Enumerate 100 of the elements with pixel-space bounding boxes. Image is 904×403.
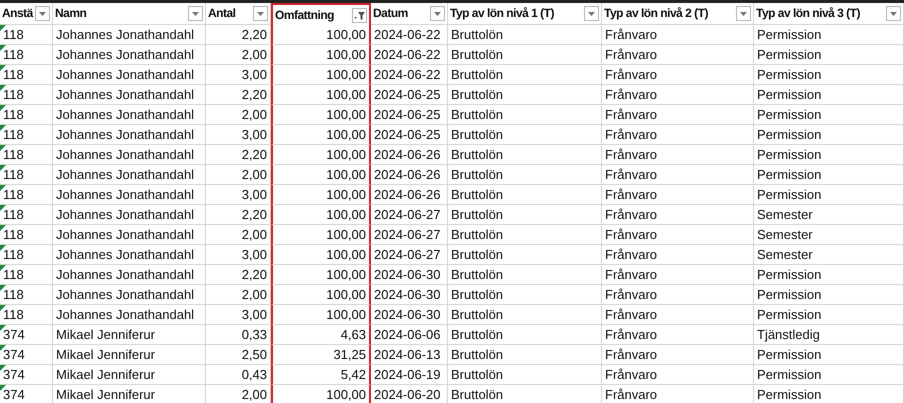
table-cell: Bruttolön	[448, 25, 602, 45]
column-header-label: Typ av lön nivå 1 (T)	[450, 6, 554, 20]
column-header[interactable]: Anstä	[0, 3, 53, 25]
table-cell: Mikael Jenniferur	[53, 325, 206, 345]
column-header[interactable]: Typ av lön nivå 3 (T)	[754, 3, 904, 25]
table-cell: 100,00	[271, 85, 371, 105]
table-cell: 374	[0, 365, 53, 385]
table-cell: Bruttolön	[448, 205, 602, 225]
table-cell: Frånvaro	[602, 145, 754, 165]
table-cell: Frånvaro	[602, 385, 754, 403]
table-cell: Johannes Jonathandahl	[53, 85, 206, 105]
table-cell: 3,00	[206, 305, 271, 325]
table-cell: 100,00	[271, 185, 371, 205]
table-cell: Bruttolön	[448, 65, 602, 85]
filter-active-button[interactable]	[352, 8, 367, 23]
table-cell: Semester	[754, 205, 904, 225]
table-cell: Frånvaro	[602, 85, 754, 105]
table-cell: Permission	[754, 45, 904, 65]
table-cell: Bruttolön	[448, 85, 602, 105]
table-cell: Johannes Jonathandahl	[53, 185, 206, 205]
filter-dropdown-button[interactable]	[886, 6, 901, 21]
table-cell: Mikael Jenniferur	[53, 385, 206, 403]
table-cell: 100,00	[271, 145, 371, 165]
table-cell: Bruttolön	[448, 325, 602, 345]
column-header-label: Anstä	[2, 6, 33, 20]
table-cell: Permission	[754, 345, 904, 365]
table-cell: 3,00	[206, 65, 271, 85]
table-cell: 2024-06-22	[371, 45, 448, 65]
table-cell: Johannes Jonathandahl	[53, 285, 206, 305]
table-cell: 100,00	[271, 105, 371, 125]
table-cell: Bruttolön	[448, 345, 602, 365]
table-cell: Bruttolön	[448, 305, 602, 325]
table-cell: 2024-06-25	[371, 125, 448, 145]
table-cell: Permission	[754, 105, 904, 125]
table-cell: 100,00	[271, 305, 371, 325]
table-cell: 2024-06-06	[371, 325, 448, 345]
table-cell: Johannes Jonathandahl	[53, 105, 206, 125]
table-cell: 100,00	[271, 245, 371, 265]
table-cell: Johannes Jonathandahl	[53, 205, 206, 225]
column-header[interactable]: Omfattning	[271, 3, 371, 25]
caret-icon	[588, 12, 595, 16]
table-cell: 2,20	[206, 145, 271, 165]
table-cell: 2,00	[206, 45, 271, 65]
table-cell: 100,00	[271, 125, 371, 145]
table-cell: 0,43	[206, 365, 271, 385]
table-cell: 118	[0, 285, 53, 305]
table-cell: Permission	[754, 185, 904, 205]
column-header-label: Antal	[208, 6, 236, 20]
table-cell: 2024-06-20	[371, 385, 448, 403]
table-cell: Permission	[754, 365, 904, 385]
table-cell: Permission	[754, 65, 904, 85]
table-cell: Frånvaro	[602, 25, 754, 45]
table-cell: 2024-06-19	[371, 365, 448, 385]
table-cell: 2024-06-13	[371, 345, 448, 365]
table-cell: 2024-06-27	[371, 225, 448, 245]
filter-dropdown-button[interactable]	[736, 6, 751, 21]
table-cell: Bruttolön	[448, 145, 602, 165]
table-cell: Johannes Jonathandahl	[53, 165, 206, 185]
table-cell: Frånvaro	[602, 325, 754, 345]
table-cell: Mikael Jenniferur	[53, 345, 206, 365]
column-header[interactable]: Namn	[53, 3, 206, 25]
filter-dropdown-button[interactable]	[584, 6, 599, 21]
column-header-label: Typ av lön nivå 2 (T)	[604, 6, 708, 20]
table-cell: Johannes Jonathandahl	[53, 225, 206, 245]
table-cell: Frånvaro	[602, 285, 754, 305]
filter-dropdown-button[interactable]	[188, 6, 203, 21]
table-cell: Frånvaro	[602, 245, 754, 265]
table-cell: 118	[0, 185, 53, 205]
column-header[interactable]: Typ av lön nivå 2 (T)	[602, 3, 754, 25]
table-cell: 0,33	[206, 325, 271, 345]
caret-icon	[257, 12, 264, 16]
filter-dropdown-button[interactable]	[430, 6, 445, 21]
table-cell: Frånvaro	[602, 365, 754, 385]
table-cell: 2024-06-27	[371, 205, 448, 225]
table-cell: Frånvaro	[602, 105, 754, 125]
table-cell: 2024-06-30	[371, 305, 448, 325]
filter-dropdown-button[interactable]	[35, 6, 50, 21]
table-cell: Permission	[754, 25, 904, 45]
table-cell: 100,00	[271, 45, 371, 65]
filter-dropdown-button[interactable]	[253, 6, 268, 21]
table-cell: Bruttolön	[448, 245, 602, 265]
column-header[interactable]: Antal	[206, 3, 271, 25]
table-cell: Johannes Jonathandahl	[53, 65, 206, 85]
table-cell: Bruttolön	[448, 105, 602, 125]
table-cell: Bruttolön	[448, 265, 602, 285]
table-cell: 118	[0, 85, 53, 105]
column-header[interactable]: Datum	[371, 3, 448, 25]
table-cell: Permission	[754, 265, 904, 285]
table-cell: Permission	[754, 125, 904, 145]
table-cell: 100,00	[271, 225, 371, 245]
table-cell: 100,00	[271, 205, 371, 225]
table-cell: 2024-06-26	[371, 145, 448, 165]
table-cell: Frånvaro	[602, 45, 754, 65]
column-header[interactable]: Typ av lön nivå 1 (T)	[448, 3, 602, 25]
table-cell: 100,00	[271, 25, 371, 45]
table-cell: Frånvaro	[602, 345, 754, 365]
table-cell: 118	[0, 25, 53, 45]
table-cell: Frånvaro	[602, 65, 754, 85]
table-cell: 374	[0, 345, 53, 365]
column-header-label: Datum	[373, 6, 408, 20]
